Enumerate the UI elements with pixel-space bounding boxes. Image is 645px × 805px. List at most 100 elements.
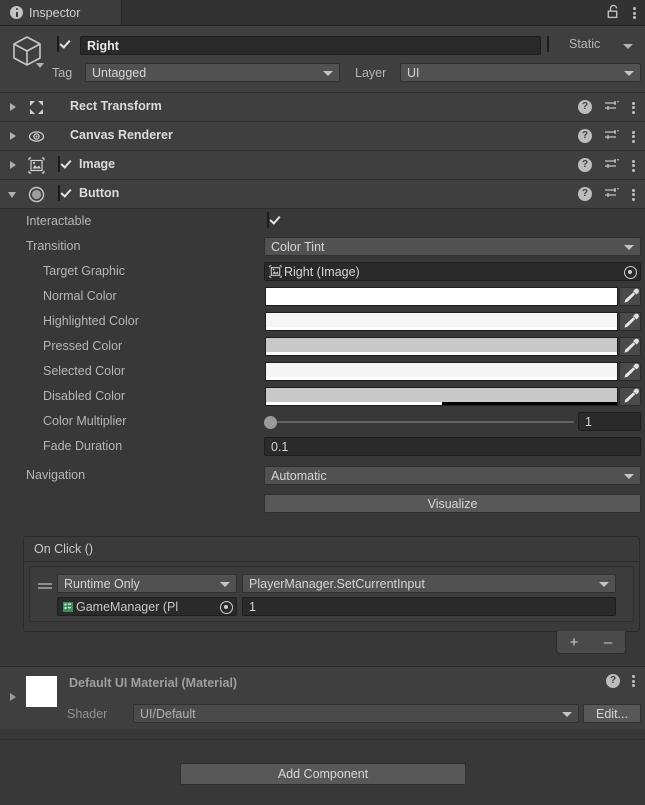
chevron-down-icon [624, 71, 634, 76]
interactable-checkbox[interactable] [267, 212, 269, 228]
preset-icon[interactable] [604, 100, 620, 114]
pressed-color-field[interactable] [265, 337, 641, 356]
kebab-menu-icon[interactable] [632, 158, 636, 173]
chevron-down-icon [599, 582, 609, 587]
onclick-mode-dropdown[interactable]: Runtime Only [57, 574, 237, 593]
tab-bar-empty-area [122, 0, 645, 25]
color-alpha-bar [266, 302, 617, 305]
color-swatch-fill [266, 338, 617, 352]
color-multiplier-slider-track[interactable] [267, 421, 574, 423]
component-header-image[interactable]: Image ? [0, 151, 645, 180]
tab-inspector[interactable]: Inspector [0, 0, 122, 25]
color-swatch-fill [266, 313, 617, 327]
preset-icon[interactable] [604, 187, 620, 201]
color-swatch[interactable] [265, 337, 618, 356]
cube-dropdown-arrow-icon[interactable] [36, 63, 44, 68]
preset-icon[interactable] [604, 158, 620, 172]
help-icon[interactable]: ? [578, 158, 592, 172]
component-header-icons: ? [578, 180, 636, 208]
color-swatch-fill [266, 388, 617, 402]
layer-dropdown[interactable]: UI [400, 63, 641, 82]
material-title: Default UI Material (Material) [69, 676, 238, 690]
visualize-button[interactable]: Visualize [264, 494, 641, 513]
kebab-menu-icon[interactable] [633, 5, 637, 20]
color-swatch[interactable] [265, 287, 618, 306]
eyedropper-icon[interactable] [619, 312, 641, 331]
chevron-down-icon [624, 245, 634, 250]
onclick-event-box: On Click () Runtime Only PlayerManager.S… [23, 536, 640, 632]
onclick-argument-input[interactable]: 1 [242, 597, 616, 616]
shader-value: UI/Default [140, 706, 196, 721]
color-multiplier-value: 1 [585, 414, 592, 429]
kebab-menu-icon[interactable] [632, 187, 636, 202]
shader-dropdown[interactable]: UI/Default [133, 704, 579, 723]
component-enabled-toggle[interactable] [58, 185, 60, 201]
property-label: Selected Color [43, 364, 125, 378]
property-transition: Transition Color Tint [0, 234, 645, 259]
component-name: Rect Transform [70, 99, 162, 113]
color-alpha-bar [266, 402, 617, 405]
foldout-arrow-icon[interactable] [10, 132, 16, 140]
color-multiplier-slider-handle[interactable] [264, 416, 277, 429]
highlighted-color-field[interactable] [265, 312, 641, 331]
fade-duration-input[interactable]: 0.1 [264, 437, 641, 456]
kebab-menu-icon[interactable] [632, 129, 636, 144]
foldout-arrow-icon[interactable] [8, 192, 16, 198]
component-header-icons: ? [578, 122, 636, 150]
help-icon[interactable]: ? [606, 673, 620, 688]
shader-edit-button[interactable]: Edit... [583, 704, 641, 723]
onclick-object-field[interactable]: GameManager (Pl [57, 597, 237, 616]
component-enabled-toggle[interactable] [58, 156, 60, 172]
target-graphic-object-field[interactable]: Right (Image) [264, 262, 641, 281]
foldout-arrow-icon[interactable] [10, 161, 16, 169]
static-dropdown-arrow-icon[interactable] [623, 44, 633, 49]
add-component-button[interactable]: Add Component [180, 763, 466, 785]
foldout-arrow-icon[interactable] [10, 103, 16, 111]
eyedropper-icon[interactable] [619, 287, 641, 306]
gameobject-enabled-toggle[interactable] [57, 36, 59, 52]
property-label: Transition [26, 239, 81, 253]
onclick-title: On Click () [24, 537, 639, 562]
transition-dropdown[interactable]: Color Tint [264, 237, 641, 256]
image-icon [269, 265, 282, 278]
lock-open-icon[interactable] [607, 4, 620, 22]
object-picker-icon[interactable] [220, 600, 233, 614]
selected-color-field[interactable] [265, 362, 641, 381]
onclick-remove-button[interactable]: – [591, 631, 625, 653]
color-swatch[interactable] [265, 312, 618, 331]
eye-icon [28, 128, 45, 145]
help-icon[interactable]: ? [578, 187, 592, 201]
help-icon[interactable]: ? [578, 100, 592, 114]
gameobject-name-input[interactable]: Right [80, 36, 541, 55]
foldout-arrow-icon[interactable] [10, 693, 16, 701]
normal-color-field[interactable] [265, 287, 641, 306]
eyedropper-icon[interactable] [619, 337, 641, 356]
property-pressed-color: Pressed Color [0, 334, 645, 359]
help-icon[interactable]: ? [578, 129, 592, 143]
component-header-button[interactable]: Button ? [0, 180, 645, 209]
onclick-method-dropdown[interactable]: PlayerManager.SetCurrentInput [242, 574, 616, 593]
gameobject-name-value: Right [87, 38, 119, 53]
color-swatch[interactable] [265, 387, 618, 406]
preset-icon[interactable] [604, 129, 620, 143]
onclick-add-button[interactable]: + [557, 631, 591, 653]
color-multiplier-input[interactable]: 1 [578, 412, 641, 431]
kebab-menu-icon[interactable] [632, 673, 636, 688]
eyedropper-icon[interactable] [619, 387, 641, 406]
target-graphic-value: Right (Image) [284, 264, 360, 279]
onclick-method-value: PlayerManager.SetCurrentInput [249, 576, 425, 591]
property-label: Target Graphic [43, 264, 125, 278]
static-toggle[interactable] [547, 36, 549, 52]
eyedropper-icon[interactable] [619, 362, 641, 381]
kebab-menu-icon[interactable] [632, 100, 636, 115]
rect-transform-icon [28, 99, 45, 116]
component-header-canvas-renderer[interactable]: Canvas Renderer ? [0, 122, 645, 151]
navigation-dropdown[interactable]: Automatic [264, 466, 641, 485]
disabled-color-field[interactable] [265, 387, 641, 406]
color-swatch[interactable] [265, 362, 618, 381]
drag-handle-icon[interactable] [38, 583, 52, 591]
tag-dropdown[interactable]: Untagged [85, 63, 340, 82]
object-picker-icon[interactable] [624, 265, 637, 279]
component-header-rect-transform[interactable]: Rect Transform ? [0, 93, 645, 122]
fade-duration-value: 0.1 [271, 439, 289, 454]
